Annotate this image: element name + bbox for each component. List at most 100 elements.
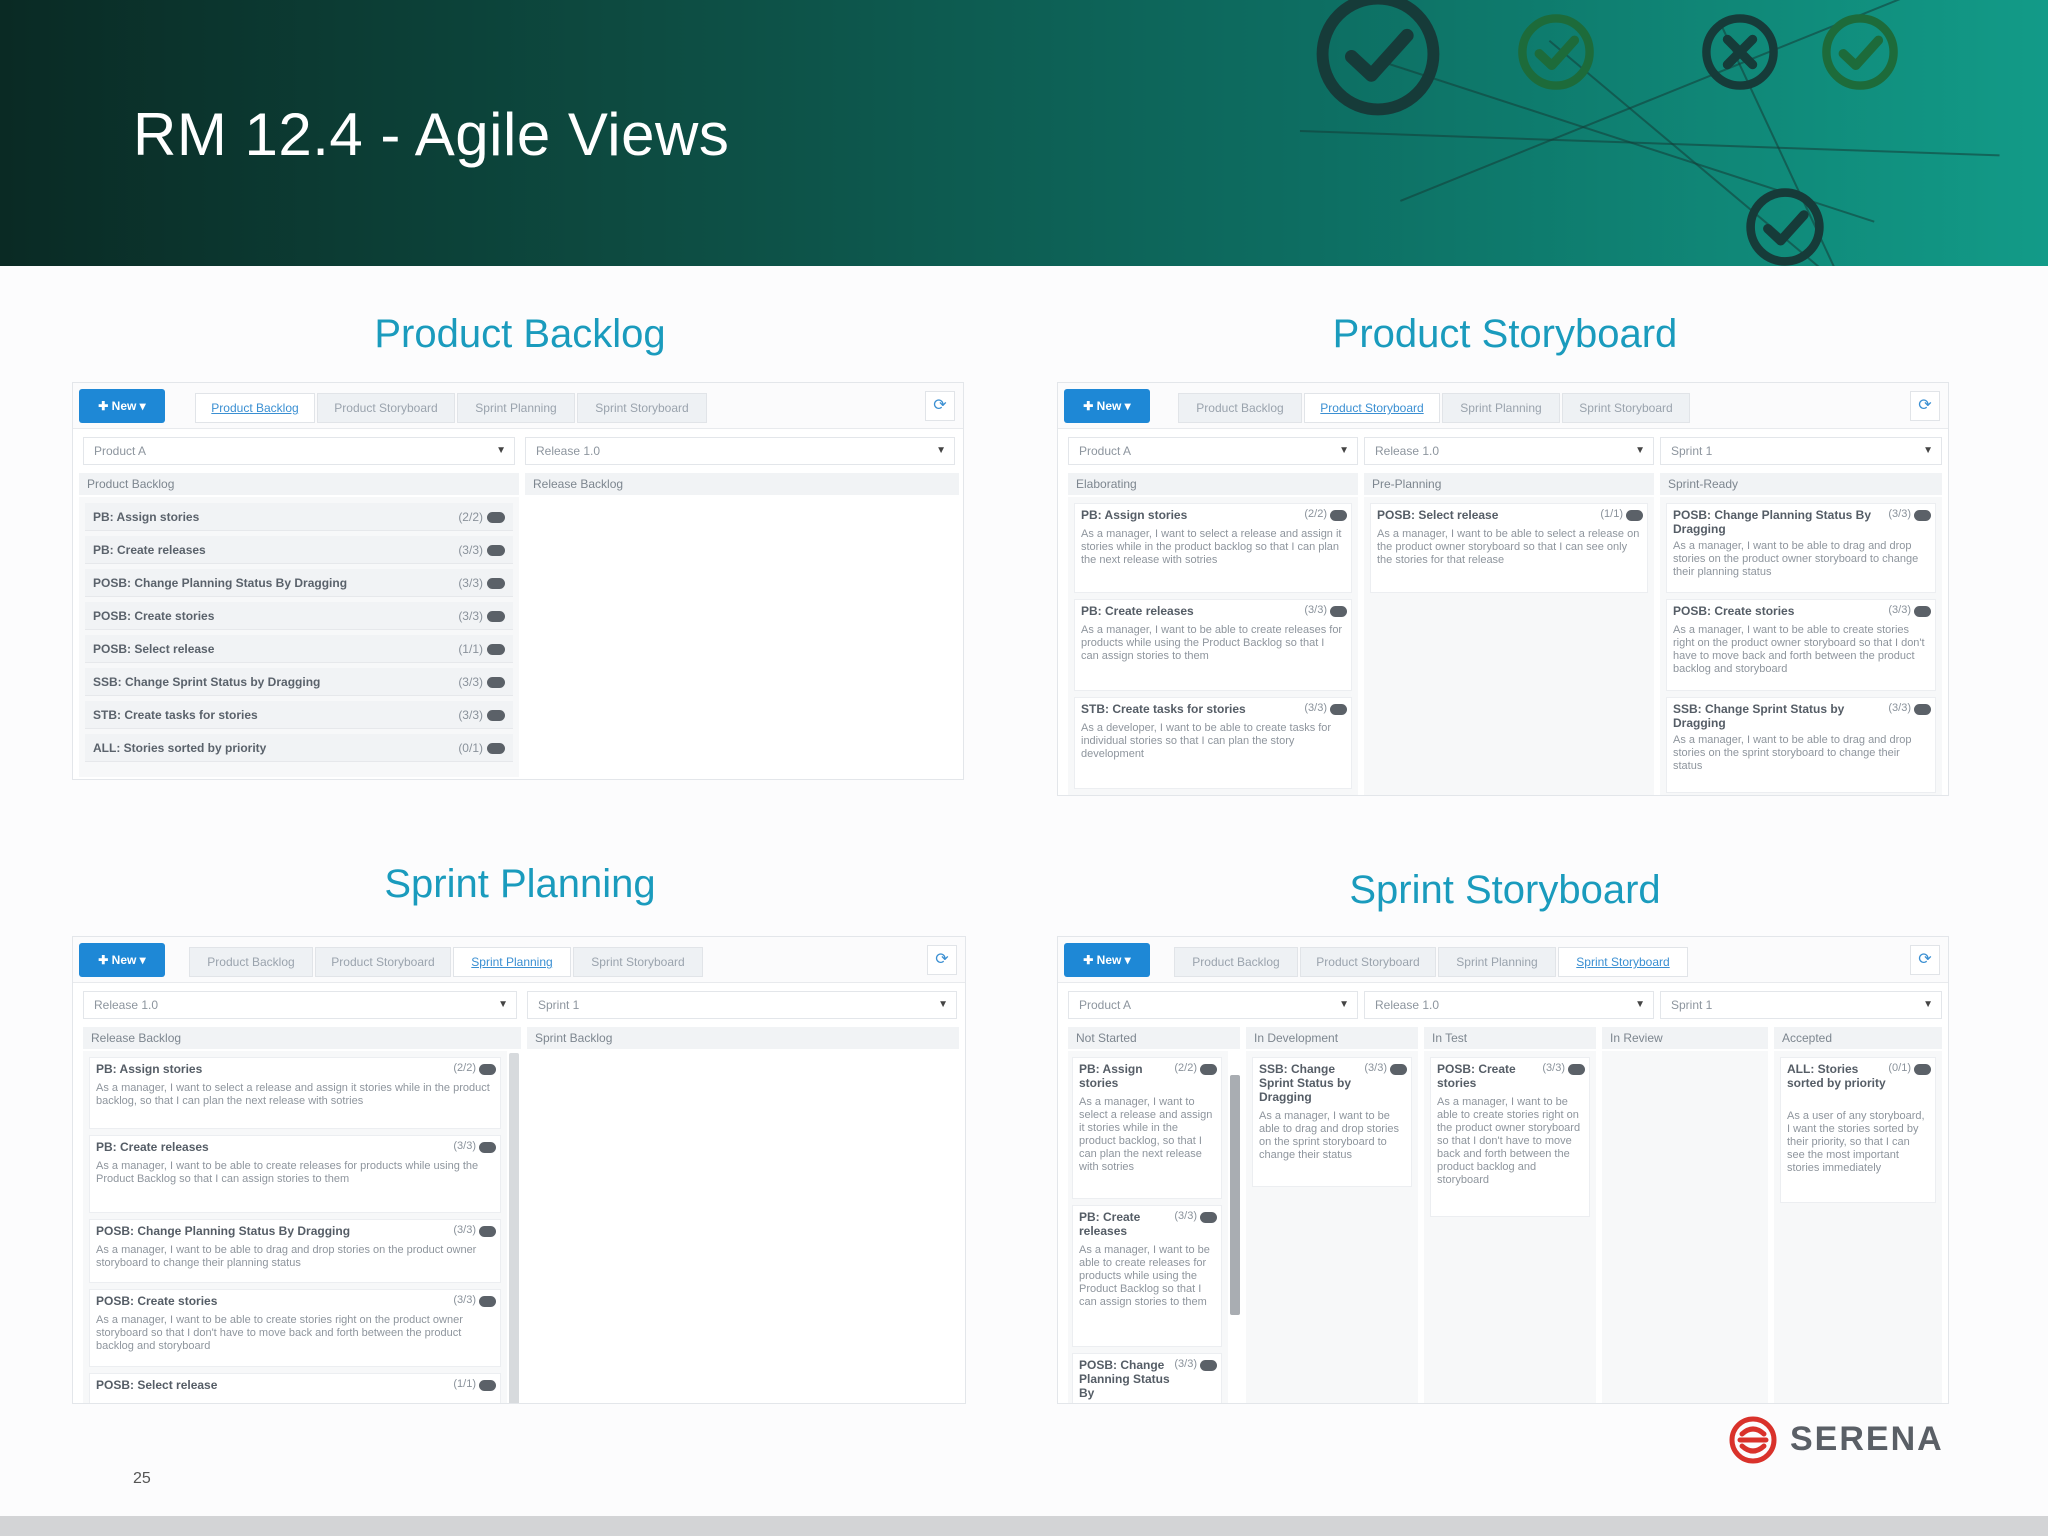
tab-sprint-storyboard[interactable]: Sprint Storyboard	[1562, 393, 1690, 423]
story-card[interactable]: PB: Create releases (3/3) As a manager, I …	[1072, 1205, 1222, 1347]
card-title: ALL: Stories sorted by priority	[1787, 1062, 1886, 1090]
story-card[interactable]: PB: Assign stories (2/2) As a manager, I w…	[1074, 503, 1352, 593]
list-item[interactable]: STB: Create tasks for stories (3/3)	[85, 701, 513, 729]
story-card[interactable]: PB: Assign stories (2/2) As a manager, I w…	[1072, 1057, 1222, 1199]
slide-title: RM 12.4 - Agile Views	[133, 101, 730, 168]
list-item[interactable]: ALL: Stories sorted by priority (0/1)	[85, 734, 513, 762]
story-card[interactable]: SSB: Change Sprint Status by Dragging (3/…	[1252, 1057, 1412, 1187]
toolbar: ✚ New ▾ Product Backlog Product Storyboa…	[1058, 383, 1948, 429]
tab-sprint-planning[interactable]: Sprint Planning	[457, 393, 575, 423]
card-count: (2/2)	[1304, 508, 1327, 520]
story-card[interactable]: SSB: Change Sprint Status by Dragging (3/…	[1666, 697, 1936, 793]
network-line	[1299, 130, 2000, 157]
product-select[interactable]: Product A ▼	[1068, 437, 1358, 465]
story-card[interactable]: POSB: Create stories (3/3) As a manager, I…	[1430, 1057, 1590, 1217]
tab-sprint-planning[interactable]: Sprint Planning	[1442, 393, 1560, 423]
story-card[interactable]: PB: Create releases (3/3) As a manager, I …	[1074, 599, 1352, 691]
sprint-select[interactable]: Sprint 1 ▼	[1660, 991, 1942, 1019]
scrollbar[interactable]	[509, 1053, 519, 1403]
release-select[interactable]: Release 1.0 ▼	[1364, 991, 1654, 1019]
chevron-down-icon: ▼	[1635, 445, 1645, 456]
tab-product-storyboard[interactable]: Product Storyboard	[1300, 947, 1436, 977]
release-select-value: Release 1.0	[536, 444, 601, 458]
sprint-planning-screenshot: ✚ New ▾ Product Backlog Product Storyboa…	[72, 936, 966, 1404]
tab-sprint-storyboard[interactable]: Sprint Storyboard	[577, 393, 707, 423]
row-count: (3/3)	[458, 675, 483, 689]
tab-sprint-storyboard[interactable]: Sprint Storyboard	[573, 947, 703, 977]
story-card[interactable]: POSB: Select release (1/1)	[89, 1373, 501, 1403]
story-card[interactable]: STB: Create tasks for stories (3/3) As a d…	[1074, 697, 1352, 789]
story-card[interactable]: ALL: Stories sorted by priority (0/1) As a…	[1780, 1057, 1936, 1203]
sprint-planning-title: Sprint Planning	[384, 862, 656, 906]
row-count: (3/3)	[458, 609, 483, 623]
tab-product-backlog[interactable]: Product Backlog	[1178, 393, 1302, 423]
product-select[interactable]: Product A ▼	[83, 437, 515, 465]
story-card[interactable]: PB: Assign stories (2/2) As a manager, I w…	[89, 1057, 501, 1129]
list-item[interactable]: SSB: Change Sprint Status by Dragging (3/…	[85, 668, 513, 696]
card-count: (3/3)	[1364, 1062, 1387, 1074]
in-review-column-header: In Review	[1602, 1027, 1768, 1049]
sprint-backlog-column-header: Sprint Backlog	[527, 1027, 959, 1049]
release-select[interactable]: Release 1.0 ▼	[83, 991, 517, 1019]
tab-sprint-planning[interactable]: Sprint Planning	[1438, 947, 1556, 977]
sprint-select[interactable]: Sprint 1 ▼	[527, 991, 957, 1019]
new-button[interactable]: ✚ New ▾	[1064, 389, 1150, 423]
list-item[interactable]: POSB: Select release (1/1)	[85, 635, 513, 663]
tab-product-storyboard[interactable]: Product Storyboard	[317, 393, 455, 423]
sprint-select[interactable]: Sprint 1 ▼	[1660, 437, 1942, 465]
chevron-down-icon: ▼	[496, 445, 506, 456]
header-banner: RM 12.4 - Agile Views	[0, 0, 2048, 266]
toolbar: ✚ New ▾ Product Backlog Product Storyboa…	[1058, 937, 1948, 983]
story-card[interactable]: POSB: Change Planning Status By Dragging…	[89, 1219, 501, 1283]
tab-product-backlog[interactable]: Product Backlog	[195, 393, 315, 423]
product-select-value: Product A	[1079, 444, 1132, 458]
story-card[interactable]: POSB: Change Planning Status By Dragging…	[1666, 503, 1936, 593]
story-card[interactable]: POSB: Create stories (3/3) As a manager, I…	[89, 1289, 501, 1367]
product-storyboard-title: Product Storyboard	[1332, 312, 1678, 356]
badge-icon	[1330, 606, 1347, 617]
row-label: POSB: Create stories	[93, 609, 215, 623]
tab-product-backlog[interactable]: Product Backlog	[189, 947, 313, 977]
refresh-icon[interactable]: ⟳	[1910, 391, 1940, 421]
chevron-down-icon: ▼	[936, 445, 946, 456]
slide: RM 12.4 - Agile Views Product Backlog ✚ …	[0, 0, 2048, 1536]
story-card[interactable]: POSB: Create stories (3/3) As a manager, I…	[1666, 599, 1936, 691]
card-count: (2/2)	[453, 1062, 476, 1074]
check-circle-icon	[1312, 0, 1444, 120]
badge-icon	[1390, 1064, 1407, 1075]
tab-product-storyboard[interactable]: Product Storyboard	[1304, 393, 1440, 423]
release-select[interactable]: Release 1.0 ▼	[525, 437, 955, 465]
new-button[interactable]: ✚ New ▾	[79, 943, 165, 977]
tab-product-storyboard[interactable]: Product Storyboard	[315, 947, 451, 977]
row-label: POSB: Select release	[93, 642, 215, 656]
card-count: (0/1)	[1888, 1062, 1911, 1074]
scrollbar[interactable]	[1230, 1075, 1240, 1315]
refresh-icon[interactable]: ⟳	[927, 945, 957, 975]
chevron-down-icon: ▼	[1635, 999, 1645, 1010]
row-count: (3/3)	[458, 576, 483, 590]
refresh-icon[interactable]: ⟳	[925, 391, 955, 421]
refresh-icon[interactable]: ⟳	[1910, 945, 1940, 975]
new-button[interactable]: ✚ New ▾	[1064, 943, 1150, 977]
list-item[interactable]: PB: Assign stories (2/2)	[85, 503, 513, 531]
product-select-value: Product A	[94, 444, 147, 458]
in-development-column-header: In Development	[1246, 1027, 1418, 1049]
badge-icon	[1914, 1064, 1931, 1075]
release-select[interactable]: Release 1.0 ▼	[1364, 437, 1654, 465]
tab-sprint-storyboard[interactable]: Sprint Storyboard	[1558, 947, 1688, 977]
tab-sprint-planning[interactable]: Sprint Planning	[453, 947, 571, 977]
list-item[interactable]: POSB: Change Planning Status By Dragging…	[85, 569, 513, 597]
story-card[interactable]: POSB: Select release (1/1) As a manager, I…	[1370, 503, 1648, 593]
in-review-column	[1602, 1051, 1768, 1403]
list-item[interactable]: PB: Create releases (3/3)	[85, 536, 513, 564]
badge-icon	[1914, 606, 1931, 617]
badge-icon	[1626, 510, 1643, 521]
new-button[interactable]: ✚ New ▾	[79, 389, 165, 423]
card-count: (3/3)	[453, 1294, 476, 1306]
list-item[interactable]: POSB: Create stories (3/3)	[85, 602, 513, 630]
story-card[interactable]: PB: Create releases (3/3) As a manager, I …	[89, 1135, 501, 1213]
story-card[interactable]: POSB: Change Planning Status By (3/3)	[1072, 1353, 1222, 1403]
tab-product-backlog[interactable]: Product Backlog	[1174, 947, 1298, 977]
card-title: PB: Create releases	[1079, 1210, 1141, 1238]
product-select[interactable]: Product A ▼	[1068, 991, 1358, 1019]
